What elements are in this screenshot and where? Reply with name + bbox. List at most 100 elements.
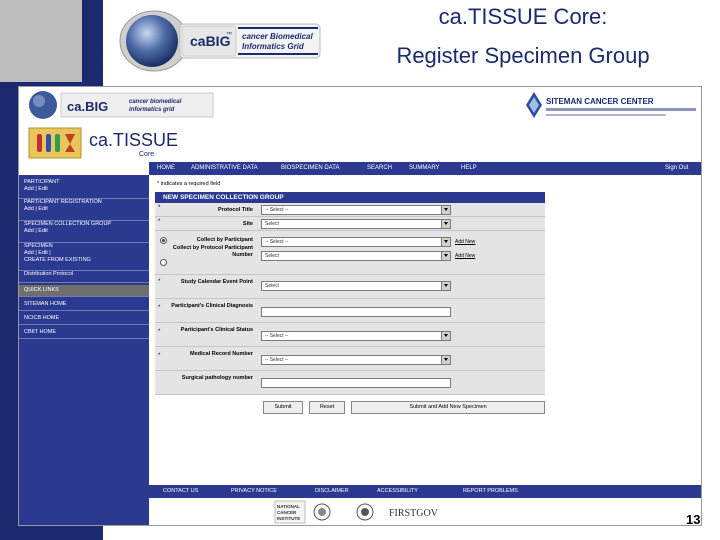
nav-help[interactable]: HELP: [461, 162, 477, 175]
add-new-participant-number-link[interactable]: Add New: [455, 253, 475, 259]
nav-home[interactable]: HOME: [157, 162, 175, 175]
banner-cabig-sub-2: informatics grid: [129, 107, 175, 113]
sidebar-ncicb-home[interactable]: NCICB HOME: [19, 313, 149, 325]
sidebar-line[interactable]: Add | Edit |: [19, 250, 149, 257]
sidebar-line[interactable]: SITEMAN HOME: [19, 299, 149, 308]
required-star: *: [158, 279, 161, 285]
app-banner-graphics: ca.BIG cancer biomedical informatics gri…: [19, 87, 701, 124]
banner-cabig-name: ca.BIG: [67, 99, 108, 114]
sidebar-specimen-collection-group[interactable]: SPECIMEN COLLECTION GROUP Add | Edit: [19, 221, 149, 243]
slide-title-line-1: ca.TISSUE Core:: [438, 4, 608, 29]
slide-title-line-2: Register Specimen Group: [396, 43, 650, 68]
required-star: *: [158, 219, 161, 225]
required-star: *: [158, 353, 161, 359]
form-row-protocol-title: * Protocol Title -- Select --: [155, 203, 545, 217]
nav-summary[interactable]: SUMMARY: [409, 162, 440, 175]
field-label: Protocol Title: [217, 207, 253, 213]
chevron-down-icon: [441, 282, 450, 290]
required-field-note: * indicates a required field: [157, 181, 221, 187]
clinical-diagnosis-input[interactable]: [261, 307, 451, 317]
nci-logo-line-1: NATIONAL: [277, 504, 300, 509]
sidebar-participant-registration[interactable]: PARTICIPANT REGISTRATION Add | Edit: [19, 199, 149, 221]
study-calendar-event-point-select[interactable]: Select: [261, 281, 451, 291]
sidebar-line[interactable]: Add | Edit: [19, 206, 149, 213]
footer-disclaimer[interactable]: DISCLAIMER: [315, 485, 349, 498]
nav-search[interactable]: SEARCH: [367, 162, 392, 175]
submit-and-add-new-specimen-button[interactable]: Submit and Add New Specimen: [351, 401, 545, 414]
clinical-status-select[interactable]: -- Select --: [261, 331, 451, 341]
sidebar-line[interactable]: CREATE FROM EXISTING: [19, 257, 149, 264]
sidebar-line[interactable]: Add | Edit: [19, 228, 149, 235]
participant-select[interactable]: -- Select --: [261, 237, 451, 247]
sidebar-specimen[interactable]: SPECIMEN Add | Edit | CREATE FROM EXISTI…: [19, 243, 149, 271]
site-select[interactable]: Select: [261, 219, 451, 229]
nci-logo-line-2: CANCER: [277, 510, 297, 515]
sidebar-distribution-protocol[interactable]: Distribution Protocol: [19, 271, 149, 283]
form-row-clinical-diagnosis: * Participant's Clinical Diagnosis: [155, 299, 545, 323]
nav-sign-out[interactable]: Sign Out: [665, 162, 688, 175]
app-nav-bar: HOME ADMINISTRATIVE DATA BIOSPECIMEN DAT…: [149, 162, 701, 175]
app-bottom-logos: NATIONAL CANCER INSTITUTE FIRSTGOV: [149, 498, 701, 525]
footer-privacy-notice[interactable]: PRIVACY NOTICE: [231, 485, 277, 498]
sidebar-cbiit-home[interactable]: CBIIT HOME: [19, 327, 149, 339]
field-label: Medical Record Number: [190, 351, 253, 357]
submit-button[interactable]: Submit: [263, 401, 303, 414]
field-label: Study Calendar Event Point: [180, 279, 253, 285]
footer-report-problems[interactable]: REPORT PROBLEMS: [463, 485, 518, 498]
chevron-down-icon: [441, 356, 450, 364]
protocol-title-select[interactable]: -- Select --: [261, 205, 451, 215]
sidebar-quick-links-header: QUICK LINKS: [19, 285, 149, 297]
slide: ute caBIG ™ cancer Biomedical Informatic…: [0, 0, 720, 540]
firstgov-logo: FIRSTGOV: [389, 508, 439, 519]
field-label: Participant's Clinical Diagnosis: [171, 303, 253, 309]
sidebar-line: PARTICIPANT: [24, 179, 60, 185]
collect-by-protocol-participant-radio[interactable]: [160, 259, 167, 266]
app-footer-bar: CONTACT US PRIVACY NOTICE DISCLAIMER ACC…: [149, 485, 701, 498]
add-new-participant-link[interactable]: Add New: [455, 239, 475, 245]
select-value: Select: [265, 283, 279, 289]
nav-biospecimen-data[interactable]: BIOSPECIMEN DATA: [281, 162, 339, 175]
field-label: Site: [242, 221, 253, 227]
footer-accessibility[interactable]: ACCESSIBILITY: [377, 485, 418, 498]
footer-contact-us[interactable]: CONTACT US: [163, 485, 198, 498]
field-label: Participant's Clinical Status: [180, 327, 253, 333]
app-main-content: * indicates a required field NEW SPECIME…: [149, 175, 701, 485]
reset-button[interactable]: Reset: [309, 401, 345, 414]
surgical-pathology-number-input[interactable]: [261, 378, 451, 388]
form-row-study-calendar: * Study Calendar Event Point Select: [155, 275, 545, 299]
test-tube-icon: [37, 134, 42, 152]
required-star: *: [158, 329, 161, 335]
banner-cabig-sub-1: cancer biomedical: [129, 99, 182, 105]
chevron-down-icon: [441, 220, 450, 228]
nav-administrative-data[interactable]: ADMINISTRATIVE DATA: [191, 162, 258, 175]
sidebar-line[interactable]: CBIIT HOME: [19, 327, 149, 336]
cabig-logo: caBIG ™ cancer Biomedical Informatics Gr…: [119, 10, 321, 72]
cabig-logo-tm: ™: [226, 31, 232, 38]
protocol-participant-number-select[interactable]: Select: [261, 251, 451, 261]
required-star: *: [158, 305, 161, 311]
nci-logo-line-3: INSTITUTE: [277, 516, 300, 521]
banner-partner-name: SITEMAN CANCER CENTER: [546, 97, 654, 106]
form-heading: NEW SPECIMEN COLLECTION GROUP: [155, 192, 545, 203]
sidebar-line: SPECIMEN COLLECTION GROUP: [24, 221, 112, 227]
select-value: -- Select --: [265, 239, 289, 245]
catissue-logo-name: ca.TISSUE: [89, 130, 178, 150]
chevron-down-icon: [441, 252, 450, 260]
medical-record-number-select[interactable]: -- Select --: [261, 355, 451, 365]
sidebar-participant[interactable]: PARTICIPANT Add | Edit: [19, 179, 149, 199]
catissue-app-screenshot: ca.BIG cancer biomedical informatics gri…: [18, 86, 702, 526]
select-value: Select: [265, 253, 279, 259]
sidebar-siteman-home[interactable]: SITEMAN HOME: [19, 299, 149, 311]
chevron-down-icon: [441, 238, 450, 246]
form-row-site: * Site Select: [155, 217, 545, 231]
cabig-logo-subtitle-1: cancer Biomedical: [242, 32, 313, 41]
field-label: Surgical pathology number: [181, 375, 253, 381]
slide-number: 13: [686, 512, 701, 527]
sidebar-line[interactable]: Distribution Protocol: [19, 271, 149, 278]
sidebar-line: SPECIMEN: [24, 243, 53, 249]
globe-icon: [126, 15, 178, 67]
sidebar-line[interactable]: NCICB HOME: [19, 313, 149, 322]
select-value: -- Select --: [265, 357, 289, 363]
chevron-down-icon: [441, 332, 450, 340]
sidebar-line[interactable]: Add | Edit: [19, 186, 149, 193]
